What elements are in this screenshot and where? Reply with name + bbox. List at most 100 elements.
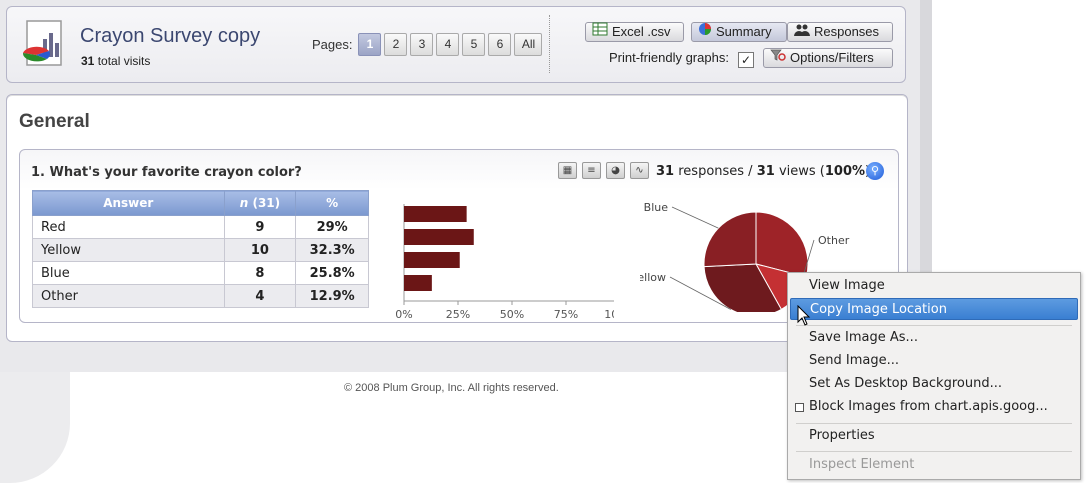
count-cell: 10 [223,238,297,262]
bar-other [404,275,432,291]
filter-icon [770,48,786,68]
header-n-italic: n [239,196,249,210]
page-button-3[interactable]: 3 [410,33,434,56]
answer-cell: Yellow [32,238,225,262]
menu-item-send-image[interactable]: Send Image... [790,350,1078,372]
bar-red [404,206,467,222]
page-button-1[interactable]: 1 [358,33,382,56]
page-button-2[interactable]: 2 [384,33,408,56]
bar-yellow [404,229,474,245]
header-percent: % [295,190,369,216]
survey-title: Crayon Survey copy [80,25,261,47]
header-n: n (31) [223,190,297,216]
excel-export-button[interactable]: Excel .csv [585,22,684,42]
summary-label: Summary [716,24,772,39]
context-menu: View Image Copy Image Location Save Imag… [787,272,1081,480]
answer-cell: Other [32,284,225,308]
menu-item-properties[interactable]: Properties [790,425,1078,447]
header-divider [549,15,550,73]
page-button-6[interactable]: 6 [488,33,512,56]
survey-header: Crayon Survey copy 31 total visits Pages… [6,6,906,83]
page-button-4[interactable]: 4 [436,33,460,56]
menu-item-label: Copy Image Location [810,302,947,317]
options-label: Options/Filters [790,50,874,65]
header-n-rest: (31) [248,196,281,210]
menu-item-label: Save Image As... [809,330,918,345]
pagination: Pages: 1 2 3 4 5 6 All [312,33,543,56]
count-cell: 8 [223,261,297,285]
total-visits: 31 total visits [81,54,150,68]
table-row: Yellow 10 32.3% [32,238,369,262]
page-button-all[interactable]: All [514,33,543,56]
percent-cell: 12.9% [295,284,369,308]
bar-chart[interactable]: 0% 25% 50% 75% 100% [374,204,614,334]
views-word: views ( [778,164,825,179]
bar-tick-label: 0% [395,308,412,321]
view-toggle-group: ▦ ≡ ◕ ∿ [558,162,649,179]
responses-count: 31 [656,164,675,179]
response-summary: 31 responses / 31 views (100%) [656,164,870,179]
table-row: Red 9 29% [32,215,369,239]
visits-label: total visits [97,54,151,68]
table-row: Blue 8 25.8% [32,261,369,285]
question-title: 1. What's your favorite crayon color? [31,165,302,180]
excel-label: Excel .csv [612,24,671,39]
answer-cell: Red [32,215,225,239]
views-count: 31 [756,164,775,179]
table-view-icon[interactable]: ▦ [558,162,577,179]
pie-label-yellow: Yellow [640,271,666,284]
count-cell: 9 [223,215,297,239]
menu-item-label: Block Images from chart.apis.goog... [809,399,1048,414]
menu-item-label: Send Image... [809,353,899,368]
menu-item-block-images[interactable]: Block Images from chart.apis.goog... [790,396,1078,418]
bar-view-icon[interactable]: ≡ [582,162,601,179]
menu-item-set-desktop-background[interactable]: Set As Desktop Background... [790,373,1078,395]
percent-cell: 32.3% [295,238,369,262]
responses-tab[interactable]: Responses [787,22,893,42]
print-friendly-label: Print-friendly graphs: [609,50,729,65]
checkbox-icon [795,403,804,412]
views-percent: 100% [824,164,866,179]
menu-item-save-image-as[interactable]: Save Image As... [790,327,1078,349]
responses-word: responses / [678,164,753,179]
print-friendly-checkbox[interactable]: ✓ [738,52,754,68]
mouse-cursor-icon [797,305,811,326]
visits-count: 31 [81,54,95,68]
menu-item-label: View Image [809,278,885,293]
pie-label-other: Other [818,234,850,247]
menu-separator [796,325,1072,326]
general-section: General 1. What's your favorite crayon c… [6,94,908,342]
page-button-5[interactable]: 5 [462,33,486,56]
menu-item-label: Properties [809,428,875,443]
pie-chart-icon [698,22,712,42]
pie-slice-blue [703,211,757,268]
question-panel: 1. What's your favorite crayon color? ▦ … [19,149,899,323]
menu-separator [796,451,1072,452]
menu-item-inspect-element: Inspect Element [790,454,1078,476]
pages-label: Pages: [312,37,353,52]
survey-chart-icon [19,19,69,69]
answers-table: Answer n (31) % Red 9 29% Yellow 10 32.3… [32,190,369,308]
users-icon [794,22,810,42]
spreadsheet-icon [592,22,608,42]
header-answer: Answer [32,190,225,216]
pie-leader-line [671,206,719,229]
summary-tab[interactable]: Summary [691,22,787,42]
bar-tick-label: 50% [500,308,524,321]
bar-blue [404,252,460,268]
options-filters-button[interactable]: Options/Filters [763,48,893,68]
responses-label: Responses [814,24,880,39]
percent-cell: 25.8% [295,261,369,285]
menu-item-copy-image-location[interactable]: Copy Image Location [790,298,1078,320]
section-title: General [19,111,90,132]
menu-item-view-image[interactable]: View Image [790,275,1078,297]
page-decoration [0,372,70,483]
menu-item-label: Inspect Element [809,457,915,472]
bar-tick-label: 25% [446,308,470,321]
pie-view-icon[interactable]: ◕ [606,162,625,179]
bar-tick-label: 75% [554,308,578,321]
magnifier-icon[interactable]: ⚲ [866,162,884,180]
line-view-icon[interactable]: ∿ [630,162,649,179]
menu-item-label: Set As Desktop Background... [809,376,1002,391]
menu-separator [796,423,1072,424]
